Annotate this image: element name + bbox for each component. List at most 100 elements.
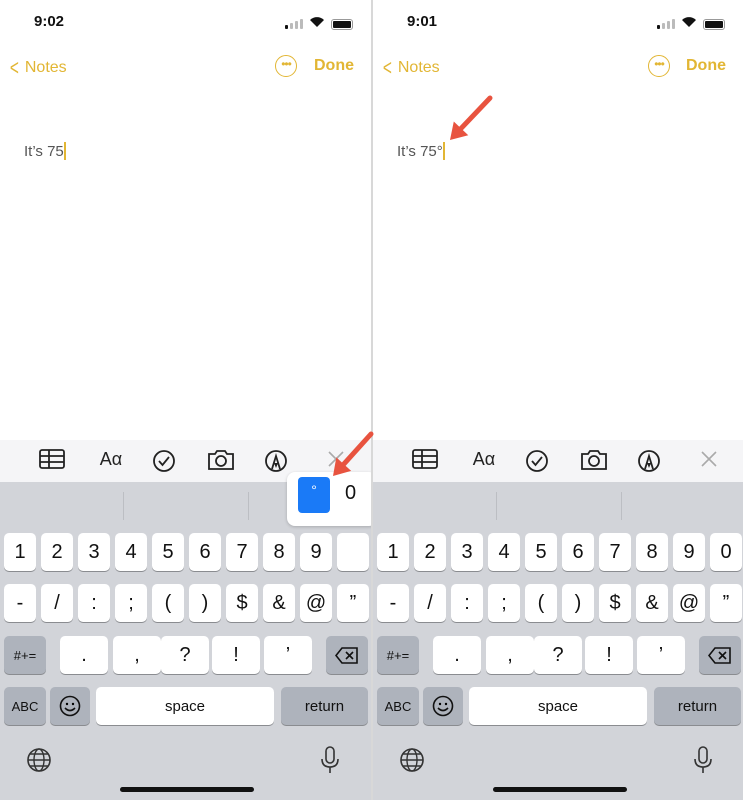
key-6[interactable]: 6 bbox=[562, 533, 594, 571]
emoji-key[interactable] bbox=[423, 687, 463, 725]
key-2[interactable]: 2 bbox=[414, 533, 446, 571]
battery-icon bbox=[331, 18, 353, 30]
key-3[interactable]: 3 bbox=[78, 533, 110, 571]
more-options-icon[interactable]: ••• bbox=[648, 55, 670, 77]
key-symbol[interactable]: ; bbox=[488, 584, 520, 622]
key-8[interactable]: 8 bbox=[636, 533, 668, 571]
key-3[interactable]: 3 bbox=[451, 533, 483, 571]
globe-button[interactable] bbox=[399, 747, 425, 778]
note-body[interactable]: It’s 75 bbox=[24, 142, 66, 160]
key-punctuation[interactable]: . bbox=[60, 636, 108, 674]
symbols-key[interactable]: #+= bbox=[4, 636, 46, 674]
key-symbol[interactable]: : bbox=[451, 584, 483, 622]
markup-icon[interactable] bbox=[635, 449, 663, 478]
key-8[interactable]: 8 bbox=[263, 533, 295, 571]
keyboard: 1 2 3 4 5 6 7 8 9 0 - /:;() $ & @” #+=.,?!’ ABC space retu… bbox=[373, 482, 743, 800]
key-symbol[interactable]: ; bbox=[115, 584, 147, 622]
back-button[interactable]: < Notes bbox=[381, 55, 440, 81]
abc-key[interactable]: ABC bbox=[377, 687, 419, 725]
space-key[interactable]: space bbox=[96, 687, 274, 725]
status-time: 9:02 bbox=[34, 13, 65, 30]
markup-icon[interactable] bbox=[262, 449, 290, 478]
key-punctuation[interactable]: ’ bbox=[637, 636, 685, 674]
key-punctuation[interactable]: ? bbox=[161, 636, 209, 674]
home-indicator bbox=[493, 787, 627, 792]
key-2[interactable]: 2 bbox=[41, 533, 73, 571]
key-symbol[interactable]: ) bbox=[562, 584, 594, 622]
text-format-button[interactable]: Aα bbox=[470, 449, 498, 470]
key-punctuation[interactable]: ! bbox=[212, 636, 260, 674]
key-symbol[interactable]: $ bbox=[599, 584, 631, 622]
delete-key[interactable] bbox=[699, 636, 741, 674]
table-icon[interactable] bbox=[38, 449, 66, 474]
key-punctuation[interactable]: ! bbox=[585, 636, 633, 674]
suggestion-divider bbox=[123, 492, 124, 520]
camera-icon[interactable] bbox=[580, 449, 608, 476]
key-1[interactable]: 1 bbox=[377, 533, 409, 571]
text-format-button[interactable]: Aα bbox=[97, 449, 125, 470]
symbols-key[interactable]: #+= bbox=[377, 636, 419, 674]
alternate-degree-key[interactable]: ° bbox=[298, 477, 330, 513]
alternate-zero-key[interactable]: 0 bbox=[345, 482, 356, 505]
return-key[interactable]: return bbox=[654, 687, 741, 725]
key-symbol[interactable]: / bbox=[414, 584, 446, 622]
back-label: Notes bbox=[24, 59, 67, 76]
key-1[interactable]: 1 bbox=[4, 533, 36, 571]
note-text: It’s 75° bbox=[397, 143, 443, 160]
key-symbol[interactable]: & bbox=[263, 584, 295, 622]
key-symbol[interactable]: - bbox=[377, 584, 409, 622]
key-symbol[interactable]: : bbox=[78, 584, 110, 622]
return-key[interactable]: return bbox=[281, 687, 368, 725]
delete-key[interactable] bbox=[326, 636, 368, 674]
globe-button[interactable] bbox=[26, 747, 52, 778]
home-indicator bbox=[120, 787, 254, 792]
key-symbol[interactable]: & bbox=[636, 584, 668, 622]
key-5[interactable]: 5 bbox=[525, 533, 557, 571]
key-9[interactable]: 9 bbox=[673, 533, 705, 571]
wifi-icon bbox=[681, 15, 697, 33]
key-punctuation[interactable]: ’ bbox=[264, 636, 312, 674]
key-symbol[interactable]: ” bbox=[710, 584, 742, 622]
checklist-icon[interactable] bbox=[150, 449, 178, 478]
done-button[interactable]: Done bbox=[686, 57, 726, 75]
formatting-toolbar: Aα bbox=[373, 440, 743, 482]
key-4[interactable]: 4 bbox=[488, 533, 520, 571]
back-button[interactable]: < Notes bbox=[8, 55, 67, 81]
table-icon[interactable] bbox=[411, 449, 439, 474]
more-options-icon[interactable]: ••• bbox=[275, 55, 297, 77]
key-6[interactable]: 6 bbox=[189, 533, 221, 571]
key-symbol[interactable]: $ bbox=[226, 584, 258, 622]
key-punctuation[interactable]: . bbox=[433, 636, 481, 674]
done-button[interactable]: Done bbox=[314, 57, 354, 75]
dictation-button[interactable] bbox=[320, 746, 340, 779]
key-punctuation[interactable]: , bbox=[486, 636, 534, 674]
checklist-icon[interactable] bbox=[523, 449, 551, 478]
key-symbol[interactable]: @ bbox=[300, 584, 332, 622]
close-icon[interactable] bbox=[695, 449, 723, 474]
key-punctuation[interactable]: ? bbox=[534, 636, 582, 674]
emoji-key[interactable] bbox=[50, 687, 90, 725]
key-symbol[interactable]: @ bbox=[673, 584, 705, 622]
camera-icon[interactable] bbox=[207, 449, 235, 476]
note-body[interactable]: It’s 75° bbox=[397, 142, 445, 160]
key-symbol[interactable]: ( bbox=[152, 584, 184, 622]
key-7[interactable]: 7 bbox=[599, 533, 631, 571]
dictation-button[interactable] bbox=[693, 746, 713, 779]
key-symbol[interactable]: - bbox=[4, 584, 36, 622]
key-punctuation[interactable]: , bbox=[113, 636, 161, 674]
close-icon[interactable] bbox=[322, 449, 350, 474]
key-5[interactable]: 5 bbox=[152, 533, 184, 571]
abc-key[interactable]: ABC bbox=[4, 687, 46, 725]
key-symbol[interactable]: ( bbox=[525, 584, 557, 622]
key-4[interactable]: 4 bbox=[115, 533, 147, 571]
key-0[interactable] bbox=[337, 533, 369, 571]
wifi-icon bbox=[309, 15, 325, 33]
key-0[interactable]: 0 bbox=[710, 533, 742, 571]
space-key[interactable]: space bbox=[469, 687, 647, 725]
key-7[interactable]: 7 bbox=[226, 533, 258, 571]
key-9[interactable]: 9 bbox=[300, 533, 332, 571]
key-symbol[interactable]: / bbox=[41, 584, 73, 622]
key-symbol[interactable]: ) bbox=[189, 584, 221, 622]
key-symbol[interactable]: ” bbox=[337, 584, 369, 622]
suggestion-divider bbox=[621, 492, 622, 520]
